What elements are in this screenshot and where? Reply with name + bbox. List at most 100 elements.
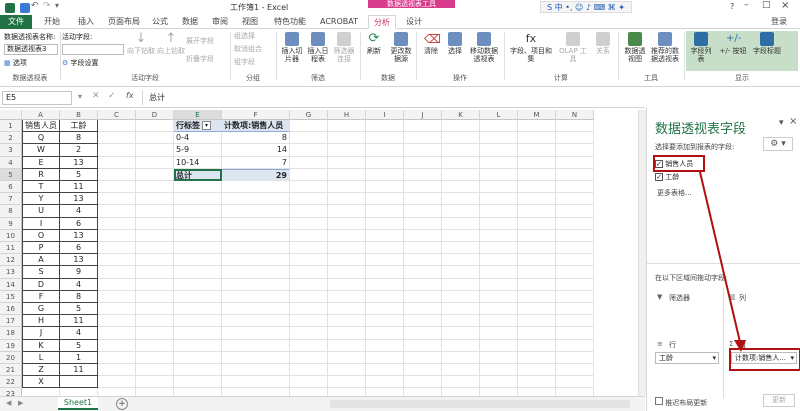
panel-settings-button[interactable]: ⚙ ▾ <box>763 137 793 151</box>
collapse-field-button[interactable]: 折叠字段 <box>186 55 226 63</box>
data-cell[interactable]: A <box>22 254 60 267</box>
column-header[interactable]: E <box>174 110 222 120</box>
cell[interactable] <box>328 278 366 291</box>
cell[interactable] <box>98 327 136 340</box>
data-cell[interactable]: 工龄 <box>60 120 98 133</box>
cell[interactable] <box>556 351 594 364</box>
cell[interactable] <box>136 376 174 389</box>
pivot-cell[interactable]: 5-9 <box>174 144 222 157</box>
insert-slicer-button[interactable]: 插入切片器 <box>280 32 304 63</box>
cell[interactable] <box>404 144 442 157</box>
cell[interactable] <box>480 315 518 328</box>
group-selection-button[interactable]: 组选择 <box>234 32 274 40</box>
cell[interactable] <box>174 242 222 255</box>
cell[interactable] <box>480 376 518 389</box>
cell[interactable] <box>290 303 328 316</box>
cell[interactable] <box>328 290 366 303</box>
data-cell[interactable]: X <box>22 376 60 389</box>
cell[interactable] <box>328 242 366 255</box>
pivot-cell[interactable]: 10-14 <box>174 156 222 169</box>
cell[interactable] <box>290 290 328 303</box>
cell[interactable] <box>222 364 290 377</box>
cell[interactable] <box>480 144 518 157</box>
cell[interactable] <box>404 266 442 279</box>
cell[interactable] <box>518 376 556 389</box>
cell[interactable] <box>480 339 518 352</box>
cell[interactable] <box>366 290 404 303</box>
cell[interactable] <box>480 156 518 169</box>
column-header[interactable]: D <box>136 110 174 120</box>
cell[interactable] <box>518 364 556 377</box>
tab-acrobat[interactable]: ACROBAT <box>316 15 362 29</box>
worksheet-grid[interactable]: A B C D E F G H I J K L M N 1 销售人员 工龄 行标签 计数项:销售人员 2 Q 8 0-4 8 3… <box>0 110 638 396</box>
cell[interactable] <box>98 290 136 303</box>
cell[interactable] <box>366 120 404 133</box>
redo-icon[interactable]: ↷ <box>43 1 51 11</box>
cell[interactable] <box>222 181 290 194</box>
cell[interactable] <box>442 364 480 377</box>
recommended-pivot-button[interactable]: 推荐的数据透视表 <box>648 32 682 63</box>
cell[interactable] <box>404 290 442 303</box>
cell[interactable] <box>366 156 404 169</box>
fields-items-sets-button[interactable]: fx 字段、项目和集 <box>508 32 554 63</box>
cell[interactable] <box>328 388 366 396</box>
cell[interactable] <box>442 339 480 352</box>
cell[interactable] <box>556 327 594 340</box>
cell[interactable] <box>136 120 174 133</box>
tab-design[interactable]: 设计 <box>400 15 428 29</box>
cell[interactable] <box>222 351 290 364</box>
cell[interactable] <box>174 193 222 206</box>
active-field-input[interactable] <box>62 44 124 55</box>
data-cell[interactable]: U <box>22 205 60 218</box>
customize-qat-icon[interactable]: ▾ <box>55 1 59 10</box>
cell[interactable] <box>328 364 366 377</box>
cell[interactable] <box>136 290 174 303</box>
filter-connections-button[interactable]: 筛选器连接 <box>332 32 356 63</box>
cell[interactable] <box>518 132 556 145</box>
cell[interactable] <box>290 315 328 328</box>
cell[interactable] <box>174 254 222 267</box>
pivot-value-header[interactable]: 计数项:销售人员 <box>222 120 290 133</box>
cell[interactable] <box>290 364 328 377</box>
cell[interactable] <box>136 144 174 157</box>
tab-data[interactable]: 数据 <box>178 15 202 29</box>
cell[interactable] <box>442 351 480 364</box>
cell[interactable] <box>404 303 442 316</box>
cell[interactable] <box>136 339 174 352</box>
drill-up-button[interactable]: ↑ 向上钻取 <box>156 32 186 56</box>
cell[interactable] <box>442 242 480 255</box>
cell[interactable] <box>136 254 174 267</box>
cell[interactable] <box>290 254 328 267</box>
pivot-filter-dropdown-icon[interactable]: ▾ <box>202 121 211 130</box>
cell[interactable] <box>366 193 404 206</box>
cell[interactable] <box>174 327 222 340</box>
cell[interactable] <box>290 388 328 396</box>
cell[interactable] <box>174 278 222 291</box>
cell[interactable] <box>290 181 328 194</box>
cell[interactable] <box>290 327 328 340</box>
data-cell[interactable]: 11 <box>60 315 98 328</box>
data-cell[interactable]: J <box>22 327 60 340</box>
row-header[interactable]: 13 <box>0 266 22 279</box>
field-list-button[interactable]: 字段列表 <box>688 32 714 63</box>
cell[interactable] <box>222 205 290 218</box>
cell[interactable] <box>290 205 328 218</box>
cell[interactable] <box>556 376 594 389</box>
cell[interactable] <box>442 229 480 242</box>
cell[interactable] <box>222 315 290 328</box>
cell[interactable] <box>404 339 442 352</box>
column-header[interactable]: N <box>556 110 594 120</box>
cell[interactable] <box>98 315 136 328</box>
data-cell[interactable]: H <box>22 315 60 328</box>
cell[interactable] <box>556 242 594 255</box>
cell[interactable] <box>290 278 328 291</box>
drill-down-button[interactable]: ↓ 向下钻取 <box>126 32 156 56</box>
cell[interactable] <box>480 205 518 218</box>
row-header[interactable]: 5 <box>0 168 22 181</box>
cell[interactable] <box>328 181 366 194</box>
row-header[interactable]: 12 <box>0 254 22 267</box>
panel-dropdown-icon[interactable]: ▾ <box>779 118 784 128</box>
data-cell[interactable]: Q <box>22 132 60 145</box>
data-cell[interactable]: S <box>22 266 60 279</box>
row-header[interactable]: 10 <box>0 229 22 242</box>
